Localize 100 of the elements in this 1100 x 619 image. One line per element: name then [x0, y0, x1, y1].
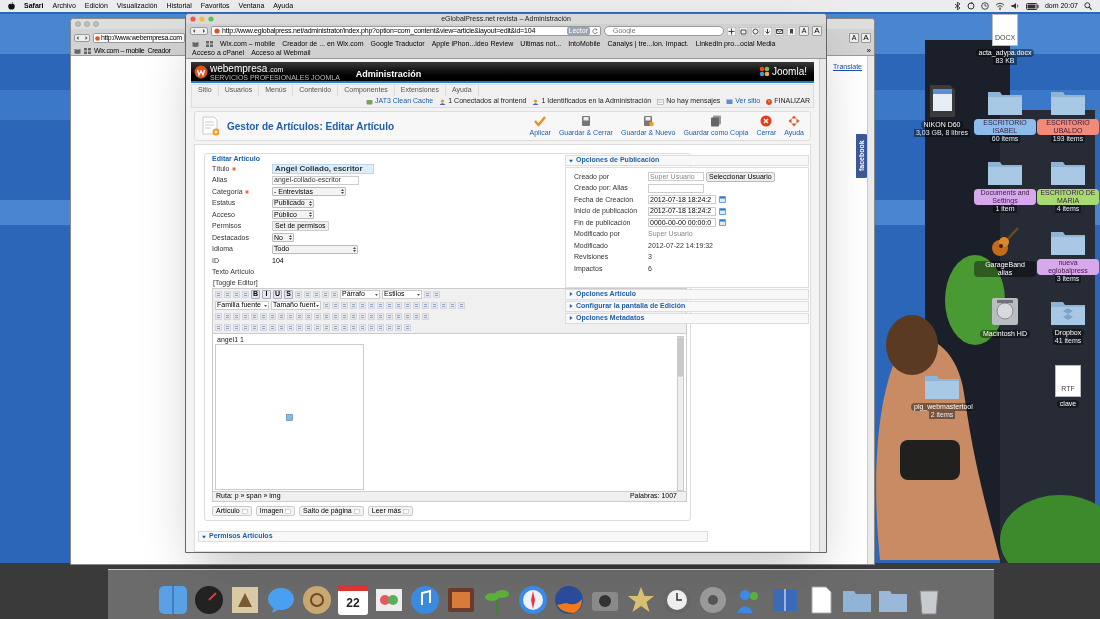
tool-icon[interactable]: [332, 302, 339, 309]
scrollbar-thumb[interactable]: [678, 337, 683, 377]
battery-icon[interactable]: [1025, 2, 1039, 10]
gauge-icon[interactable]: [194, 585, 224, 615]
tool-icon[interactable]: [386, 324, 393, 331]
memory-card-icon[interactable]: [928, 84, 956, 118]
box-icon[interactable]: [739, 26, 748, 36]
tool-icon[interactable]: [404, 302, 411, 309]
tool-icon[interactable]: [251, 324, 258, 331]
calendar-icon[interactable]: [719, 207, 726, 215]
music-icon[interactable]: [410, 585, 440, 615]
tool-icon[interactable]: [233, 313, 240, 320]
gear-icon[interactable]: [698, 585, 728, 615]
tool-icon[interactable]: [449, 302, 456, 309]
tool-icon[interactable]: [404, 313, 411, 320]
tool-icon[interactable]: [350, 313, 357, 320]
tool-icon[interactable]: [295, 291, 302, 298]
back-forward-icon[interactable]: [190, 27, 208, 35]
tool-icon[interactable]: [233, 291, 240, 298]
tool-icon[interactable]: [377, 313, 384, 320]
tool-icon[interactable]: [278, 324, 285, 331]
text-field[interactable]: [648, 183, 704, 193]
grid-icon[interactable]: [84, 48, 91, 54]
tool-icon[interactable]: [215, 324, 222, 331]
tool-icon[interactable]: [386, 302, 393, 309]
tool-icon[interactable]: [304, 291, 311, 298]
guitar-icon[interactable]: [990, 226, 1020, 258]
tool-icon[interactable]: [332, 313, 339, 320]
reload-icon[interactable]: [592, 28, 598, 34]
tool-icon[interactable]: [287, 313, 294, 320]
tool-icon[interactable]: [224, 324, 231, 331]
tool-icon[interactable]: [323, 313, 330, 320]
calendar-icon[interactable]: [719, 219, 726, 227]
tool-icon[interactable]: [350, 302, 357, 309]
hard-drive-icon[interactable]: [989, 295, 1021, 327]
tool-icon[interactable]: [305, 313, 312, 320]
tool-icon[interactable]: [296, 313, 303, 320]
tool-icon[interactable]: [422, 313, 429, 320]
tool-icon[interactable]: [224, 291, 231, 298]
calendar-icon[interactable]: [719, 196, 726, 204]
stamp-icon[interactable]: [230, 585, 260, 615]
tool-icon[interactable]: [350, 324, 357, 331]
tool-icon[interactable]: [215, 291, 222, 298]
tool-icon[interactable]: [386, 313, 393, 320]
tool-icon[interactable]: [242, 313, 249, 320]
title-field[interactable]: Angel Collado, escritor: [272, 163, 374, 174]
grid-icon[interactable]: [206, 40, 213, 47]
search-icon[interactable]: [1084, 2, 1092, 10]
tool-icon[interactable]: [368, 324, 375, 331]
tool-icon[interactable]: [422, 302, 429, 309]
tool-icon[interactable]: [287, 324, 294, 331]
clock-icon[interactable]: [980, 2, 989, 10]
download-icon[interactable]: [763, 26, 772, 36]
history-icon[interactable]: [751, 26, 760, 36]
tool-icon[interactable]: [395, 302, 402, 309]
tool-icon[interactable]: [368, 302, 375, 309]
tool-icon[interactable]: [242, 324, 249, 331]
tool-icon[interactable]: [314, 313, 321, 320]
tool-icon[interactable]: [404, 324, 411, 331]
tool-icon[interactable]: [413, 313, 420, 320]
tool-icon[interactable]: [269, 313, 276, 320]
tool-icon[interactable]: [313, 291, 320, 298]
tool-icon[interactable]: [332, 324, 339, 331]
tool-icon[interactable]: [395, 324, 402, 331]
wifi-icon[interactable]: [994, 2, 1005, 10]
text-size-button[interactable]: A: [812, 26, 822, 36]
film-icon[interactable]: [446, 585, 476, 615]
tool-icon[interactable]: [323, 324, 330, 331]
sync-icon[interactable]: [966, 2, 975, 10]
tool-icon[interactable]: [458, 302, 465, 309]
tool-icon[interactable]: [242, 291, 249, 298]
bookmark-icon[interactable]: [787, 26, 796, 36]
tool-icon[interactable]: [296, 324, 303, 331]
tool-icon[interactable]: [359, 324, 366, 331]
tool-icon[interactable]: [215, 313, 222, 320]
compass-icon[interactable]: [518, 585, 548, 615]
tool-icon[interactable]: [305, 324, 312, 331]
tool-icon[interactable]: [368, 313, 375, 320]
tool-icon[interactable]: [377, 302, 384, 309]
back-forward-icon[interactable]: [74, 34, 90, 42]
chat-icon[interactable]: [266, 585, 296, 615]
tool-icon[interactable]: [278, 313, 285, 320]
tool-icon[interactable]: [224, 313, 231, 320]
tool-icon[interactable]: [433, 291, 440, 298]
scrollbar[interactable]: [867, 56, 874, 564]
volume-icon[interactable]: [1010, 2, 1020, 10]
tool-icon[interactable]: [251, 313, 258, 320]
envelope-icon[interactable]: [775, 26, 784, 36]
tool-icon[interactable]: [359, 302, 366, 309]
text-size-button[interactable]: A: [861, 33, 871, 43]
bluetooth-icon[interactable]: [953, 2, 961, 10]
at-sign-icon[interactable]: [302, 585, 332, 615]
scrollbar[interactable]: [819, 59, 826, 552]
tool-icon[interactable]: [314, 324, 321, 331]
tool-icon[interactable]: [395, 313, 402, 320]
tool-icon[interactable]: [322, 291, 329, 298]
tool-icon[interactable]: [323, 302, 330, 309]
tool-icon[interactable]: [440, 302, 447, 309]
tool-icon[interactable]: [431, 302, 438, 309]
tool-icon[interactable]: [260, 324, 267, 331]
